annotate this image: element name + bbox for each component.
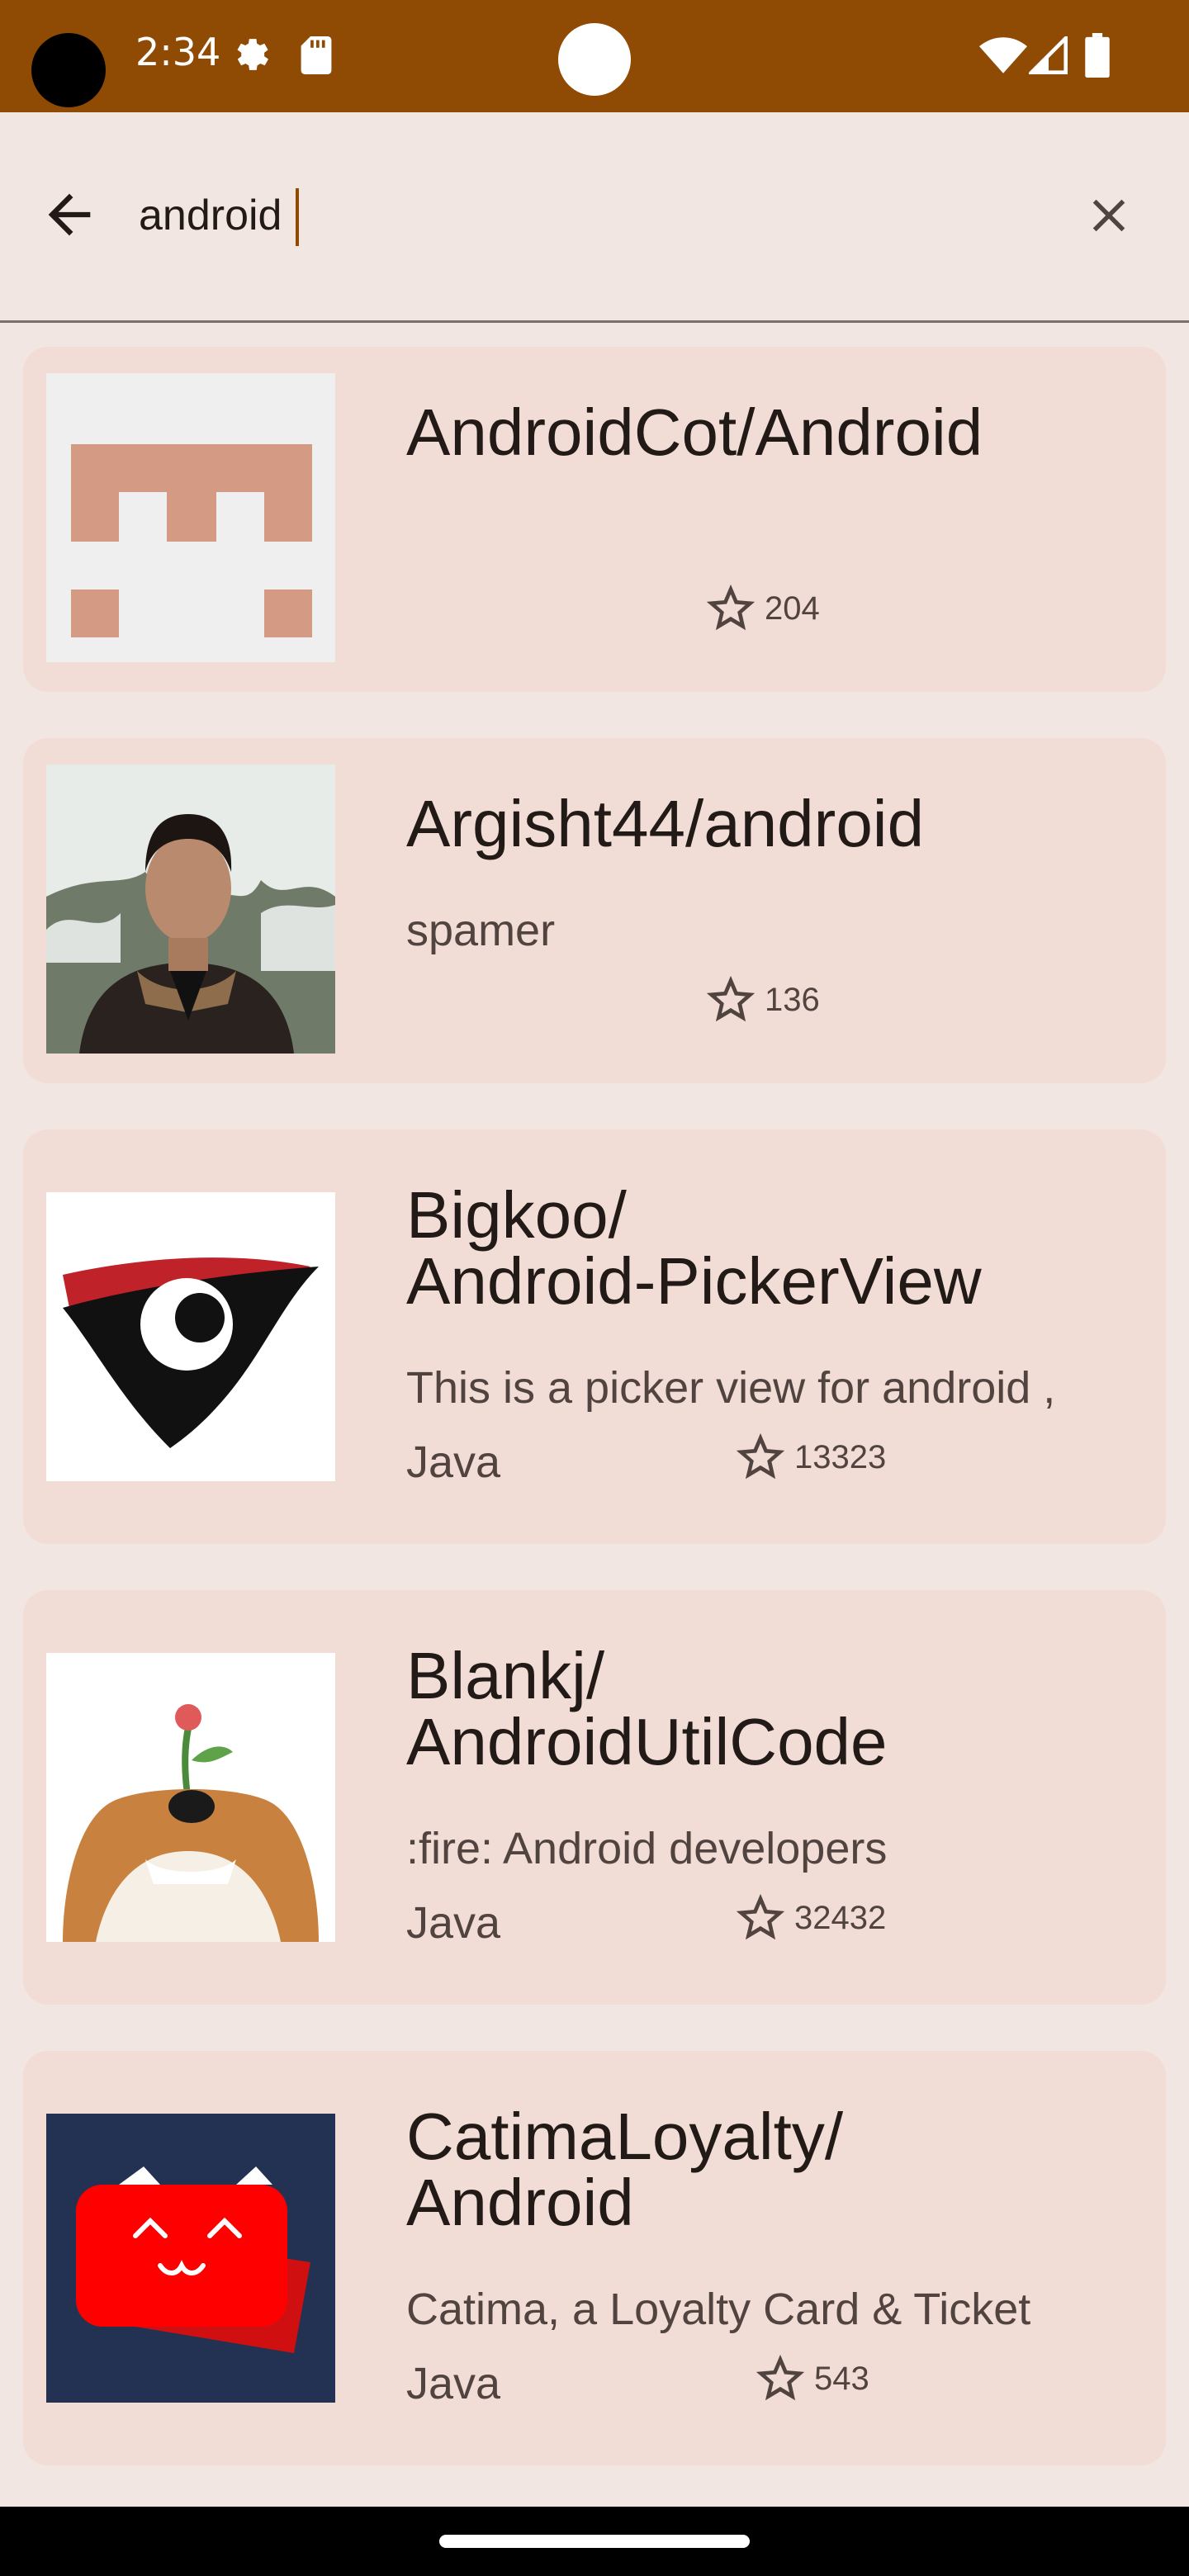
- star-outline-icon: [736, 1432, 785, 1480]
- camera-cutout: [31, 33, 106, 107]
- repo-description: spamer: [406, 906, 556, 955]
- star-outline-icon: [706, 584, 756, 631]
- sd-card-icon: [301, 36, 332, 74]
- star-count-value: 543: [814, 2360, 869, 2397]
- status-bar: 2:34: [0, 0, 1189, 112]
- repo-description: :fire: Android developers: [406, 1824, 888, 1873]
- battery-icon: [1085, 33, 1110, 78]
- status-time: 2:34: [135, 30, 221, 74]
- repo-language: Java: [406, 1437, 501, 1487]
- repo-avatar: [46, 765, 335, 1054]
- star-count-value: 32432: [794, 1899, 887, 1936]
- repo-title: AndroidCot/Android: [406, 395, 983, 469]
- star-count: 543: [751, 2350, 869, 2408]
- home-gesture-handle[interactable]: [439, 2535, 750, 2548]
- repo-language: Java: [406, 2359, 501, 2408]
- repo-avatar: [46, 1192, 335, 1481]
- repo-title: CatimaLoyalty/ Android: [406, 2100, 844, 2239]
- text-caret: [296, 188, 299, 246]
- star-count-value: 13323: [794, 1438, 887, 1475]
- star-outline-icon: [736, 1893, 785, 1940]
- gear-icon: [237, 39, 269, 70]
- front-camera: [558, 23, 631, 96]
- star-count-value: 136: [765, 981, 820, 1018]
- star-count: 204: [702, 580, 820, 637]
- star-count: 32432: [732, 1889, 886, 1947]
- repo-description: Catima, a Loyalty Card & Ticket: [406, 2285, 1031, 2334]
- search-input[interactable]: [139, 187, 1047, 244]
- repo-card[interactable]: Argisht44/android spamer 136: [23, 738, 1166, 1083]
- repo-avatar: [46, 2114, 335, 2403]
- repo-title: Argisht44/android: [406, 787, 925, 860]
- repo-title: Bigkoo/ Android-PickerView: [406, 1178, 982, 1318]
- repo-language: Java: [406, 1898, 501, 1948]
- signal-icon: [1029, 36, 1068, 74]
- repo-avatar: [46, 1653, 335, 1942]
- close-icon[interactable]: [1082, 188, 1136, 243]
- star-outline-icon: [756, 2354, 805, 2401]
- repo-card[interactable]: Blankj/ AndroidUtilCode :fire: Android d…: [23, 1590, 1166, 2005]
- repo-card[interactable]: AndroidCot/Android 204: [23, 347, 1166, 692]
- star-outline-icon: [706, 975, 756, 1022]
- repo-card[interactable]: CatimaLoyalty/ Android Catima, a Loyalty…: [23, 2051, 1166, 2465]
- repo-title: Blankj/ AndroidUtilCode: [406, 1639, 888, 1778]
- repo-card[interactable]: Bigkoo/ Android-PickerView This is a pic…: [23, 1129, 1166, 1544]
- repo-description: This is a picker view for android ,: [406, 1363, 1056, 1413]
- wifi-icon: [979, 37, 1027, 73]
- repo-avatar: [46, 373, 335, 662]
- star-count-value: 204: [765, 590, 820, 627]
- star-count: 13323: [732, 1428, 886, 1486]
- arrow-back-icon[interactable]: [38, 183, 101, 246]
- star-count: 136: [702, 971, 820, 1029]
